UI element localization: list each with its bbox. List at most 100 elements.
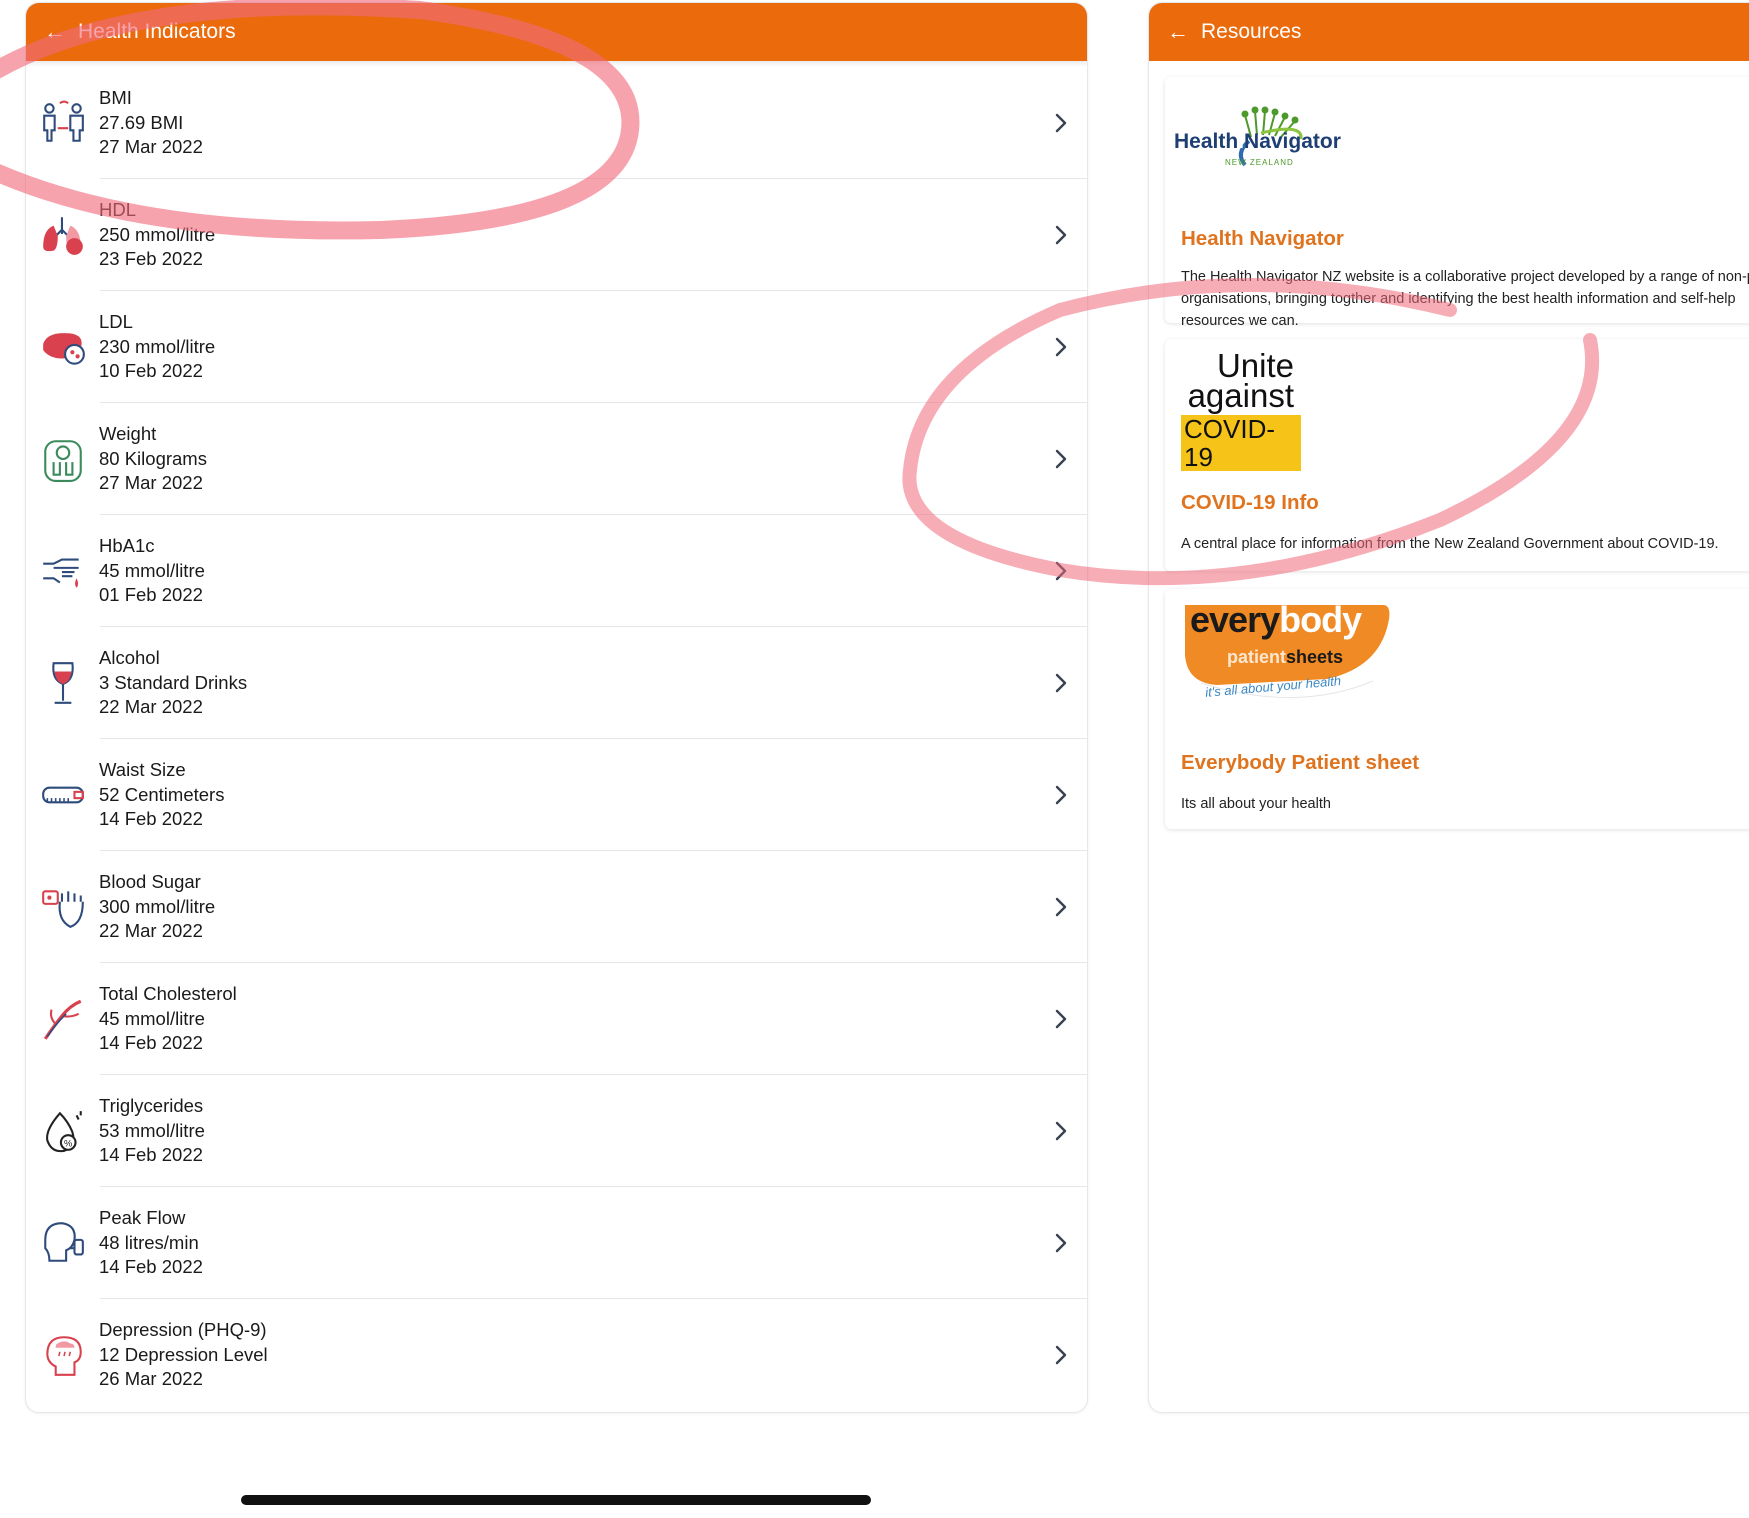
health-navigator-logo-text: Health.Navigator [1174,130,1341,153]
indicator-text: Triglycerides 53 mmol/litre 14 Feb 2022 [99,1094,205,1168]
indicator-date: 27 Mar 2022 [99,472,203,494]
indicator-date: 22 Mar 2022 [99,920,203,942]
indicator-list: BMI 27.69 BMI 27 Mar 2022 HDL 250 mmol/litre… [26,67,1087,1411]
indicator-value: 250 mmol/litre [99,223,216,245]
chevron-right-icon[interactable] [1053,335,1069,359]
people-measure-icon [43,100,84,142]
indicator-value: 80 Kilograms [99,447,207,469]
indicator-value: 45 mmol/litre [99,559,205,581]
indicator-row-blood-sugar[interactable]: Blood Sugar 300 mmol/litre 22 Mar 2022 [26,851,1087,963]
indicator-value: 48 litres/min [99,1231,199,1253]
chevron-right-icon[interactable] [1053,1007,1069,1031]
card-title[interactable]: COVID-19 Info [1181,491,1319,515]
health-indicators-panel: ← Health Indicators BMI 27.69 BMI 27 Mar 2… [25,2,1088,1413]
resources-panel: ← Resources Health.Navigator NEW ZEALAND… [1148,2,1749,1413]
chevron-right-icon[interactable] [1053,783,1069,807]
indicator-name: HbA1c [99,535,155,557]
indicator-row-total-cholesterol[interactable]: Total Cholesterol 45 mmol/litre 14 Feb 202… [26,963,1087,1075]
indicator-text: Alcohol 3 Standard Drinks 22 Mar 2022 [99,646,247,720]
inhaler-icon [44,1222,84,1262]
indicator-value: 300 mmol/litre [99,895,216,917]
indicator-name: Total Cholesterol [99,983,237,1005]
indicator-text: HbA1c 45 mmol/litre 01 Feb 2022 [99,534,205,608]
resources-header: ← Resources [1149,3,1749,61]
chevron-right-icon[interactable] [1053,559,1069,583]
everybody-logo-subtext: patientsheets [1227,647,1344,667]
chevron-right-icon[interactable] [1053,671,1069,695]
indicator-row-bmi[interactable]: BMI 27.69 BMI 27 Mar 2022 [26,67,1087,179]
indicator-row-ldl[interactable]: LDL 230 mmol/litre 10 Feb 2022 [26,291,1087,403]
finger-prick-icon [43,558,79,588]
svg-text:%: % [64,1138,72,1149]
indicator-text: Total Cholesterol 45 mmol/litre 14 Feb 202… [99,982,237,1056]
chevron-right-icon[interactable] [1053,1231,1069,1255]
indicator-row-peak-flow[interactable]: Peak Flow 48 litres/min 14 Feb 2022 [26,1187,1087,1299]
wine-glass-icon [52,662,74,704]
chevron-right-icon[interactable] [1053,223,1069,247]
indicator-date: 27 Mar 2022 [99,136,203,158]
page-title: Resources [1201,20,1302,43]
indicator-text: Waist Size 52 Centimeters 14 Feb 2022 [99,758,224,832]
chevron-right-icon[interactable] [1053,1119,1069,1143]
indicator-text: Weight 80 Kilograms 27 Mar 2022 [99,422,207,496]
tape-measure-icon [42,786,84,804]
artery-icon [43,999,82,1040]
unite-against-covid-logo: Unite against COVID-19 [1181,349,1301,471]
card-description: The Health Navigator NZ website is a col… [1181,269,1749,329]
everybody-logo-text: everybody [1190,599,1362,640]
indicator-row-weight[interactable]: Weight 80 Kilograms 27 Mar 2022 [26,403,1087,515]
indicator-text: Blood Sugar 300 mmol/litre 22 Mar 2022 [99,870,215,944]
fat-drop-icon: % [46,1111,82,1153]
liver-icon [43,333,85,365]
indicator-name: LDL [99,311,133,333]
lungs-icon [43,217,83,255]
indicator-name: Waist Size [99,759,186,781]
indicator-row-waist-size[interactable]: Waist Size 52 Centimeters 14 Feb 2022 [26,739,1087,851]
indicator-date: 23 Feb 2022 [99,248,203,270]
indicator-text: Peak Flow 48 litres/min 14 Feb 2022 [99,1206,203,1280]
indicator-text: BMI 27.69 BMI 27 Mar 2022 [99,86,203,160]
indicator-date: 14 Feb 2022 [99,1032,203,1054]
indicator-name: Depression (PHQ-9) [99,1319,267,1341]
page-title: Health Indicators [78,20,236,43]
indicator-value: 45 mmol/litre [99,1007,205,1029]
resource-card-everybody[interactable]: everybody patientsheets it's all about y… [1165,589,1749,829]
health-navigator-logo-sub: NEW ZEALAND [1225,158,1294,167]
indicator-value: 53 mmol/litre [99,1119,205,1141]
card-description: Its all about your health [1181,796,1331,812]
indicator-row-triglycerides[interactable]: % Triglycerides 53 mmol/litre 14 Feb 2022 [26,1075,1087,1187]
indicator-value: 230 mmol/litre [99,335,216,357]
indicator-name: HDL [99,199,137,221]
scale-icon [44,440,82,482]
card-title[interactable]: Everybody Patient sheet [1181,751,1419,775]
indicator-date: 14 Feb 2022 [99,808,203,830]
indicator-name: Triglycerides [99,1095,204,1117]
chevron-right-icon[interactable] [1053,895,1069,919]
indicator-value: 3 Standard Drinks [99,671,248,693]
indicator-row-alcohol[interactable]: Alcohol 3 Standard Drinks 22 Mar 2022 [26,627,1087,739]
resource-card-health-navigator[interactable]: Health.Navigator NEW ZEALAND Health Navi… [1165,77,1749,329]
indicator-name: Alcohol [99,647,160,669]
arrow-left-icon[interactable]: ← [44,21,66,43]
chevron-right-icon[interactable] [1053,1343,1069,1367]
resource-card-covid-19[interactable]: Unite against COVID-19 COVID-19 Info A c… [1165,339,1749,571]
chevron-right-icon[interactable] [1053,447,1069,471]
health-indicators-header: ← Health Indicators [26,3,1087,61]
indicator-text: Depression (PHQ-9) 12 Depression Level 26 … [99,1318,268,1392]
head-rain-icon [46,1336,82,1376]
indicator-name: BMI [99,87,132,109]
indicator-date: 10 Feb 2022 [99,360,203,382]
arrow-left-icon[interactable]: ← [1167,21,1189,43]
chevron-right-icon[interactable] [1053,111,1069,135]
indicator-name: Blood Sugar [99,871,201,893]
indicator-value: 12 Depression Level [99,1343,268,1365]
home-indicator [241,1495,871,1505]
indicator-row-hdl[interactable]: HDL 250 mmol/litre 23 Feb 2022 [26,179,1087,291]
indicator-text: HDL 250 mmol/litre 23 Feb 2022 [99,198,215,272]
card-title[interactable]: Health Navigator [1181,227,1344,251]
indicator-row-depression-phq-9[interactable]: Depression (PHQ-9) 12 Depression Level 26 … [26,1299,1087,1411]
indicator-text: LDL 230 mmol/litre 10 Feb 2022 [99,310,215,384]
indicator-date: 26 Mar 2022 [99,1368,203,1390]
indicator-value: 27.69 BMI [99,111,184,133]
indicator-row-hba1c[interactable]: HbA1c 45 mmol/litre 01 Feb 2022 [26,515,1087,627]
